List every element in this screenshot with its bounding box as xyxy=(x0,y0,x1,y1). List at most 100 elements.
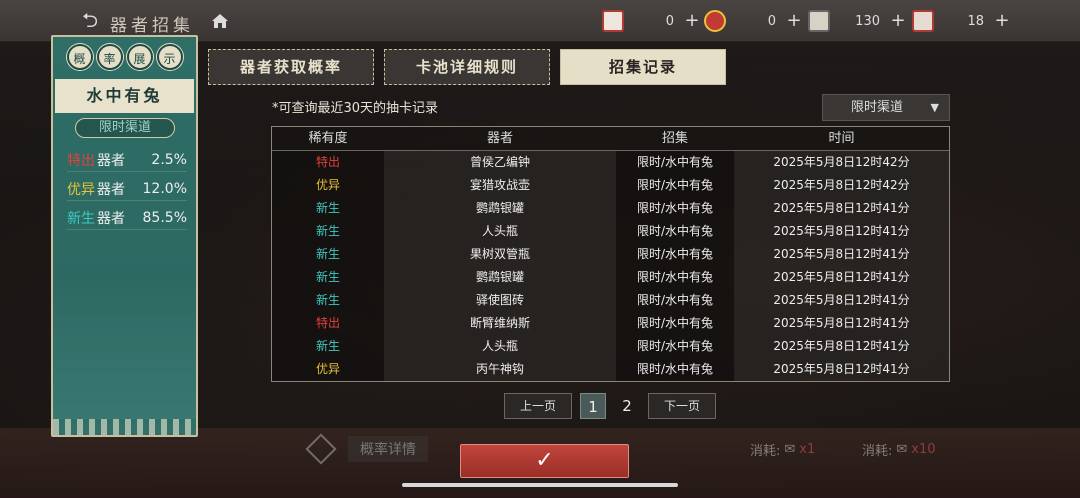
pool-cell: 限时/水中有兔 xyxy=(616,174,734,197)
page-1-button[interactable]: 1 xyxy=(580,393,606,419)
name-cell: 曾侯乙编钟 xyxy=(384,151,616,174)
diamond-icon xyxy=(305,433,337,465)
rarity-cell: 新生 xyxy=(272,220,384,243)
name-cell: 驿使图砖 xyxy=(384,289,616,312)
table-row: 新生 人头瓶 限时/水中有兔 2025年5月8日12时41分 xyxy=(272,335,949,358)
name-cell: 丙午神钩 xyxy=(384,358,616,381)
tier-label: 优异 xyxy=(67,181,95,198)
time-cell: 2025年5月8日12时42分 xyxy=(734,174,949,197)
header-char: 率 xyxy=(96,44,123,70)
table-row: 特出 曾侯乙编钟 限时/水中有兔 2025年5月8日12时42分 xyxy=(272,151,949,174)
time-cell: 2025年5月8日12时41分 xyxy=(734,335,949,358)
time-cell: 2025年5月8日12时41分 xyxy=(734,197,949,220)
ticket-icon xyxy=(704,10,726,32)
time-cell: 2025年5月8日12时41分 xyxy=(734,266,949,289)
channel-select[interactable]: 限时渠道 ▼ xyxy=(822,94,950,121)
back-arrow-icon[interactable]: ⮌ xyxy=(82,9,106,31)
name-cell: 宴猎攻战壶 xyxy=(384,174,616,197)
name-cell: 人头瓶 xyxy=(384,220,616,243)
confirm-button[interactable]: ✓ xyxy=(460,444,629,478)
rarity-cell: 优异 xyxy=(272,358,384,381)
tier-label: 特出 xyxy=(67,152,95,169)
panel-pattern xyxy=(53,419,196,435)
tab-recruit-history[interactable]: 招集记录 xyxy=(560,49,726,85)
name-cell: 人头瓶 xyxy=(384,335,616,358)
table-header: 稀有度 器者 招集 时间 xyxy=(272,127,949,151)
resource-seal: 18 + xyxy=(912,9,1010,33)
home-indicator[interactable] xyxy=(402,483,678,487)
cost-multiplier: x1 xyxy=(799,442,816,457)
time-cell: 2025年5月8日12时41分 xyxy=(734,243,949,266)
page-title: 器者招集 xyxy=(110,16,194,36)
rate-row-special: 特出 器者 2.5% xyxy=(67,148,187,172)
cost-single: 消耗: ✉ x1 xyxy=(750,440,815,459)
table-row: 优异 宴猎攻战壶 限时/水中有兔 2025年5月8日12时42分 xyxy=(272,174,949,197)
rate-row-excellent: 优异 器者 12.0% xyxy=(67,177,187,201)
pool-cell: 限时/水中有兔 xyxy=(616,289,734,312)
rate-row-label: 器者 xyxy=(97,181,125,198)
add-ticket-button[interactable]: + xyxy=(786,10,802,32)
table-row: 新生 果树双管瓶 限时/水中有兔 2025年5月8日12时41分 xyxy=(272,243,949,266)
table-row: 新生 人头瓶 限时/水中有兔 2025年5月8日12时41分 xyxy=(272,220,949,243)
resource-value: 130 xyxy=(855,13,880,29)
channel-pill: 限时渠道 xyxy=(75,118,175,138)
resource-value: 0 xyxy=(767,13,776,29)
header-char: 概 xyxy=(66,44,93,70)
envelope-icon: ✉ xyxy=(896,442,908,457)
pool-cell: 限时/水中有兔 xyxy=(616,151,734,174)
cost-label: 消耗: xyxy=(750,444,781,459)
rate-row-percent: 85.5% xyxy=(142,209,187,226)
add-scroll-button[interactable]: + xyxy=(890,10,906,32)
header-char: 示 xyxy=(156,44,183,70)
resource-value: 18 xyxy=(967,13,984,29)
rate-row-new: 新生 器者 85.5% xyxy=(67,206,187,230)
rate-row-percent: 12.0% xyxy=(142,180,187,197)
rate-detail-label: 概率详情 xyxy=(348,436,428,462)
prev-page-button[interactable]: 上一页 xyxy=(504,393,572,419)
header-pool: 招集 xyxy=(661,131,688,146)
cost-ten: 消耗: ✉ x10 xyxy=(862,440,936,459)
add-seal-button[interactable]: + xyxy=(994,10,1010,32)
rate-detail-button[interactable]: 概率详情 xyxy=(305,433,428,465)
table-row: 特出 断臂维纳斯 限时/水中有兔 2025年5月8日12时41分 xyxy=(272,312,949,335)
name-cell: 鹦鹉银罐 xyxy=(384,266,616,289)
rarity-cell: 特出 xyxy=(272,312,384,335)
time-cell: 2025年5月8日12时41分 xyxy=(734,289,949,312)
pool-name: 水中有兔 xyxy=(55,79,194,113)
name-cell: 鹦鹉银罐 xyxy=(384,197,616,220)
next-page-button[interactable]: 下一页 xyxy=(648,393,716,419)
home-icon[interactable] xyxy=(210,11,230,31)
table-row: 新生 鹦鹉银罐 限时/水中有兔 2025年5月8日12时41分 xyxy=(272,197,949,220)
add-envelope-button[interactable]: + xyxy=(684,10,700,32)
rarity-cell: 新生 xyxy=(272,243,384,266)
resource-ticket: 0 + xyxy=(704,9,802,33)
header-rarity: 稀有度 xyxy=(308,131,348,146)
header-char: 展 xyxy=(126,44,153,70)
table-row: 新生 鹦鹉银罐 限时/水中有兔 2025年5月8日12时41分 xyxy=(272,266,949,289)
time-cell: 2025年5月8日12时42分 xyxy=(734,151,949,174)
tab-acquire-rate[interactable]: 器者获取概率 xyxy=(208,49,374,85)
rarity-cell: 新生 xyxy=(272,266,384,289)
resource-envelope: 0 + xyxy=(602,9,700,33)
chevron-down-icon: ▼ xyxy=(930,101,939,114)
history-hint: *可查询最近30天的抽卡记录 xyxy=(272,101,439,116)
cost-multiplier: x10 xyxy=(911,442,936,457)
pool-cell: 限时/水中有兔 xyxy=(616,312,734,335)
red-envelope-icon xyxy=(602,10,624,32)
page-2-button[interactable]: 2 xyxy=(614,393,640,419)
pool-cell: 限时/水中有兔 xyxy=(616,220,734,243)
table-row: 优异 丙午神钩 限时/水中有兔 2025年5月8日12时41分 xyxy=(272,358,949,381)
rate-row-percent: 2.5% xyxy=(151,151,187,168)
table-row: 新生 驿使图砖 限时/水中有兔 2025年5月8日12时41分 xyxy=(272,289,949,312)
rate-panel-header: 概 率 展 示 xyxy=(53,37,196,77)
pool-cell: 限时/水中有兔 xyxy=(616,335,734,358)
name-cell: 断臂维纳斯 xyxy=(384,312,616,335)
time-cell: 2025年5月8日12时41分 xyxy=(734,312,949,335)
rate-panel: 概 率 展 示 水中有兔 限时渠道 特出 器者 2.5% 优异 器者 12.0%… xyxy=(51,35,198,437)
rate-row-label: 器者 xyxy=(97,152,125,169)
tab-pool-rules[interactable]: 卡池详细规则 xyxy=(384,49,550,85)
time-cell: 2025年5月8日12时41分 xyxy=(734,358,949,381)
envelope-icon: ✉ xyxy=(784,442,796,457)
name-cell: 果树双管瓶 xyxy=(384,243,616,266)
cost-label: 消耗: xyxy=(862,444,893,459)
